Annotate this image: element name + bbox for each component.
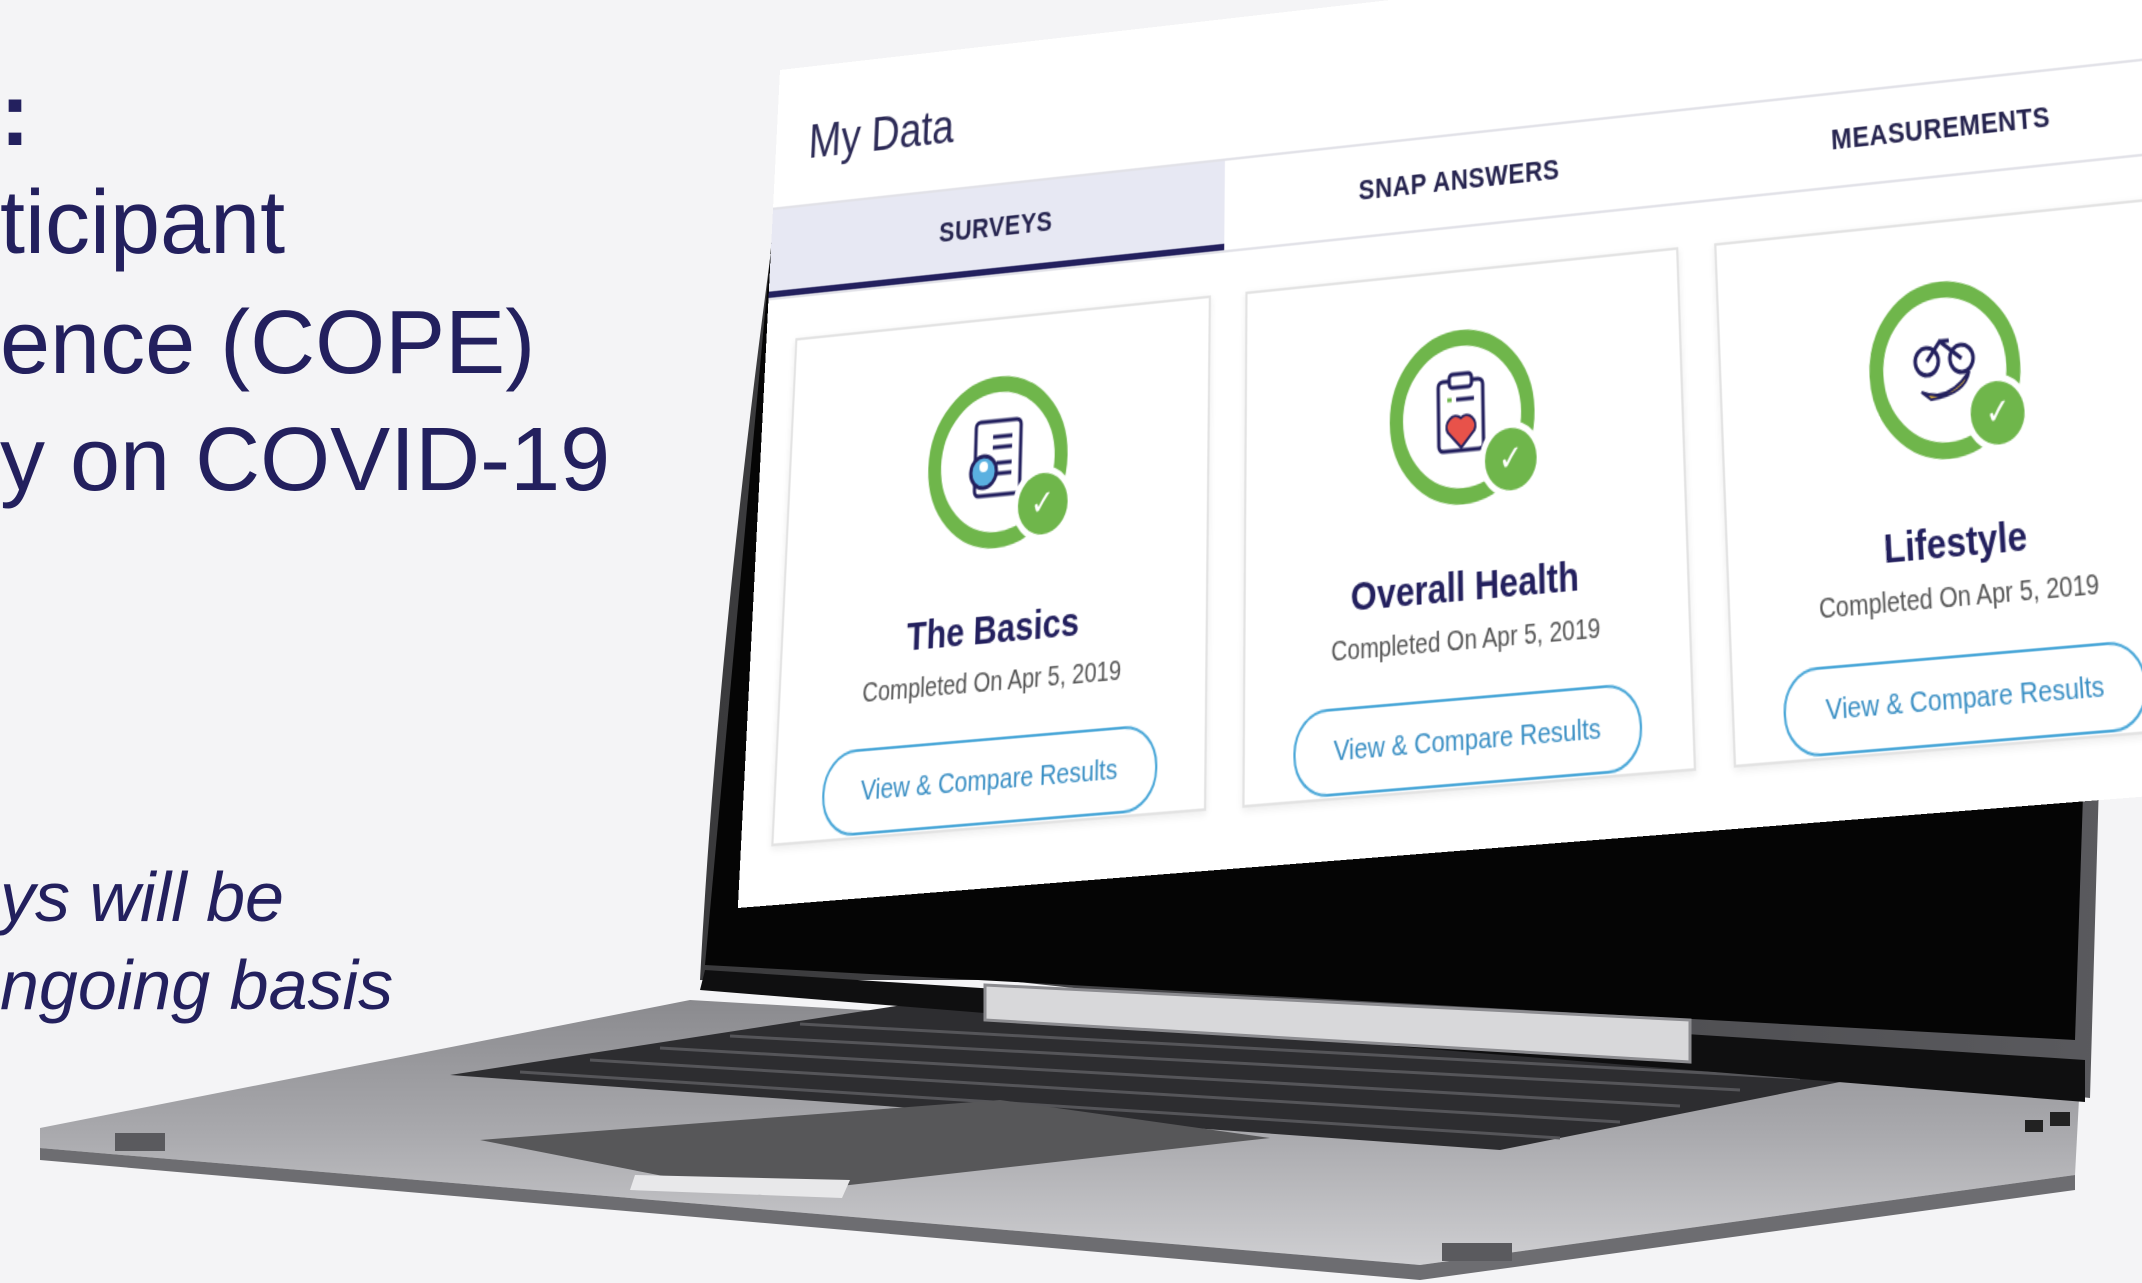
survey-status-ring: ✓ [1389,322,1544,512]
survey-card-lifestyle: ✓ Lifestyle Completed On Apr 5, 2019 Vie… [1713,197,2142,768]
view-compare-results-button[interactable]: View & Compare Results [1782,639,2142,760]
page-title: My Data [807,101,955,170]
tab-surveys[interactable]: SURVEYS [768,160,1226,299]
view-compare-results-button[interactable]: View & Compare Results [820,723,1158,839]
survey-status-ring: ✓ [1865,274,2034,466]
laptop-screen: My Data SURVEYS SNAP ANSWERS MEASUREMENT… [737,0,2142,908]
survey-status-ring: ✓ [924,369,1074,555]
survey-card-the-basics: ✓ The Basics Completed On Apr 5, 2019 Vi… [771,295,1212,847]
tab-measurements[interactable]: MEASUREMENTS [1695,57,2142,201]
card-title: Lifestyle [1882,513,2029,573]
survey-card-overall-health: ✓ Overall Health Completed On Apr 5, 201… [1242,247,1696,808]
view-compare-results-button[interactable]: View & Compare Results [1293,682,1644,800]
app-screen: My Data SURVEYS SNAP ANSWERS MEASUREMENT… [737,0,2142,908]
card-completed-date: Completed On Apr 5, 2019 [1818,569,2101,626]
card-title: Overall Health [1350,554,1580,621]
card-title: The Basics [905,599,1080,661]
survey-cards: ✓ The Basics Completed On Apr 5, 2019 Vi… [771,197,2142,847]
tab-snap-answers[interactable]: SNAP ANSWERS [1225,110,1699,250]
card-completed-date: Completed On Apr 5, 2019 [861,655,1122,709]
card-completed-date: Completed On Apr 5, 2019 [1331,613,1601,669]
